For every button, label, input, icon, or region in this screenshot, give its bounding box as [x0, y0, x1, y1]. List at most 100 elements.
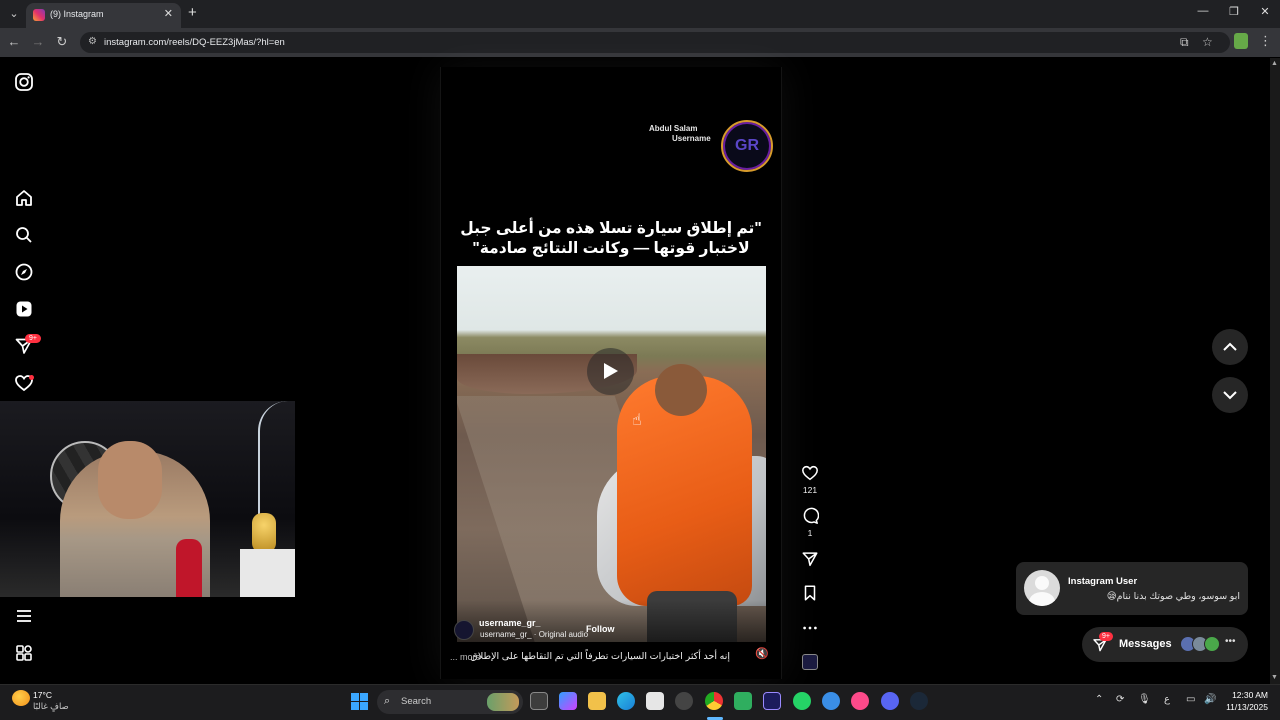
- steam-icon[interactable]: [910, 692, 928, 710]
- whatsapp-icon[interactable]: [793, 692, 811, 710]
- scroll-down-arrow-icon[interactable]: ▼: [1271, 674, 1278, 681]
- address-bar-row: ← → ↻ ⚙ instagram.com/reels/DQ-EEZ3jMas/…: [0, 28, 1280, 57]
- creator-username-label: Username: [672, 134, 711, 143]
- url-text[interactable]: instagram.com/reels/DQ-EEZ3jMas/?hl=en: [104, 37, 285, 48]
- volume-icon[interactable]: 🔊: [1204, 694, 1216, 705]
- play-button[interactable]: [587, 348, 634, 395]
- browser-menu-icon[interactable]: ⋮: [1259, 33, 1272, 49]
- play-icon: [604, 363, 618, 379]
- weather-description[interactable]: صافٍ غالبًا: [33, 701, 69, 712]
- search-highlight-image: [487, 693, 519, 711]
- reel-caption: "تم إطلاق سيارة تسلا هذه من أعلى جبل لاخ…: [460, 220, 762, 257]
- notification-dot: [29, 375, 34, 380]
- video-avatar[interactable]: [454, 620, 474, 640]
- browser-tab-bar: ⌄ (9) Instagram ✕ + — ❐ ✕: [0, 0, 1280, 28]
- also-from-meta-icon[interactable]: [14, 643, 34, 663]
- follow-button[interactable]: Follow: [586, 624, 615, 634]
- video-audio-label[interactable]: username_gr_ · Original audio: [480, 630, 588, 639]
- minimize-button[interactable]: —: [1193, 5, 1213, 17]
- weather-temperature[interactable]: 17°C: [33, 690, 52, 700]
- extension-icon[interactable]: [1234, 33, 1248, 49]
- trophy-decor: [252, 513, 276, 553]
- comment-count: 1: [807, 528, 813, 538]
- reel-video[interactable]: [457, 266, 766, 642]
- forward-button[interactable]: →: [30, 34, 46, 49]
- message-notification-toast[interactable]: Instagram User ابو سوسو، وطي صوتك بدنا ن…: [1016, 562, 1248, 615]
- creator-name: Abdul Salam: [649, 124, 698, 133]
- url-field[interactable]: ⚙ instagram.com/reels/DQ-EEZ3jMas/?hl=en…: [80, 32, 1230, 53]
- next-reel-button[interactable]: [1212, 377, 1248, 413]
- music-icon[interactable]: [851, 692, 869, 710]
- search-icon: ⌕: [384, 695, 391, 707]
- streamer-head: [98, 441, 162, 519]
- video-username[interactable]: username_gr_: [479, 618, 541, 628]
- tab-search-icon[interactable]: ⌄: [4, 4, 24, 24]
- app-icon[interactable]: [675, 692, 693, 710]
- microphone-icon[interactable]: 🎙: [1138, 694, 1151, 705]
- chevron-down-icon: [1223, 391, 1237, 400]
- file-explorer-icon[interactable]: [588, 692, 606, 710]
- messages-button[interactable]: 9+ Messages •••: [1082, 627, 1248, 662]
- audio-thumbnail[interactable]: [802, 654, 818, 670]
- discord-icon[interactable]: [881, 692, 899, 710]
- install-app-icon[interactable]: ⧉: [1180, 35, 1189, 50]
- chevron-up-icon: [1223, 342, 1237, 351]
- more-options-icon[interactable]: [801, 619, 819, 637]
- previous-reel-button[interactable]: [1212, 329, 1248, 365]
- close-window-button[interactable]: ✕: [1255, 5, 1275, 18]
- clock-time[interactable]: 12:30 AM: [1226, 690, 1268, 700]
- language-indicator[interactable]: ع: [1164, 694, 1170, 705]
- comment-icon[interactable]: [801, 507, 819, 525]
- clock-date[interactable]: 11/13/2025: [1224, 702, 1268, 712]
- app-icon[interactable]: [822, 692, 840, 710]
- share-icon[interactable]: [801, 550, 819, 568]
- page-scrollbar[interactable]: [1270, 58, 1280, 684]
- chrome-icon[interactable]: [705, 692, 723, 710]
- edge-icon[interactable]: [617, 692, 635, 710]
- tab-title: (9) Instagram: [50, 9, 104, 19]
- new-tab-button[interactable]: +: [188, 4, 197, 21]
- mouse-cursor-icon: ☝: [632, 412, 642, 429]
- tab-instagram[interactable]: (9) Instagram ✕: [26, 3, 181, 28]
- messages-label: Messages: [1119, 638, 1172, 650]
- restore-button[interactable]: ❐: [1224, 5, 1244, 18]
- desk-item: [240, 549, 295, 597]
- instagram-favicon-icon: [33, 9, 45, 21]
- more-link[interactable]: ... more: [450, 652, 481, 662]
- toast-sender: Instagram User: [1068, 576, 1138, 587]
- tray-app-icon[interactable]: ⟳: [1116, 694, 1124, 705]
- messages-badge: 9+: [1099, 632, 1113, 641]
- mute-icon[interactable]: 🔇: [755, 647, 769, 660]
- toast-message: ابو سوسو، وطي صوتك بدنا ننام😪: [1106, 591, 1240, 602]
- premiere-icon[interactable]: [763, 692, 781, 710]
- start-button[interactable]: [351, 693, 368, 710]
- taskbar-search-label: Search: [401, 696, 432, 707]
- search-icon[interactable]: [14, 225, 34, 245]
- save-bookmark-icon[interactable]: [801, 584, 819, 602]
- task-view-icon[interactable]: [530, 692, 548, 710]
- close-tab-icon[interactable]: ✕: [164, 7, 173, 20]
- more-menu-icon[interactable]: [14, 606, 34, 626]
- site-info-icon[interactable]: ⚙: [88, 36, 97, 47]
- network-icon[interactable]: ▭: [1186, 694, 1195, 705]
- explore-icon[interactable]: [14, 262, 34, 282]
- taskbar-search[interactable]: ⌕ Search: [377, 690, 523, 714]
- messages-count-badge: 9+: [25, 334, 41, 343]
- home-icon[interactable]: [14, 188, 34, 208]
- microphone: [176, 539, 202, 597]
- scroll-up-arrow-icon[interactable]: ▲: [1271, 60, 1278, 67]
- reels-icon[interactable]: [14, 299, 34, 319]
- store-icon[interactable]: [646, 692, 664, 710]
- like-heart-icon[interactable]: [801, 464, 819, 482]
- creator-logo: GR: [721, 120, 773, 172]
- app-icon[interactable]: [734, 692, 752, 710]
- more-dots-icon: •••: [1225, 636, 1236, 647]
- windows-taskbar: 17°C صافٍ غالبًا ⌕ Search ⌃ ⟳ 🎙 ع ▭ 🔊 12…: [0, 684, 1280, 720]
- reload-button[interactable]: ↻: [54, 34, 70, 50]
- tray-overflow-icon[interactable]: ⌃: [1095, 694, 1103, 705]
- instagram-logo-icon[interactable]: [14, 72, 34, 92]
- back-button[interactable]: ←: [6, 34, 22, 49]
- copilot-icon[interactable]: [559, 692, 577, 710]
- bookmark-star-icon[interactable]: ☆: [1202, 35, 1213, 49]
- weather-icon[interactable]: [12, 690, 30, 706]
